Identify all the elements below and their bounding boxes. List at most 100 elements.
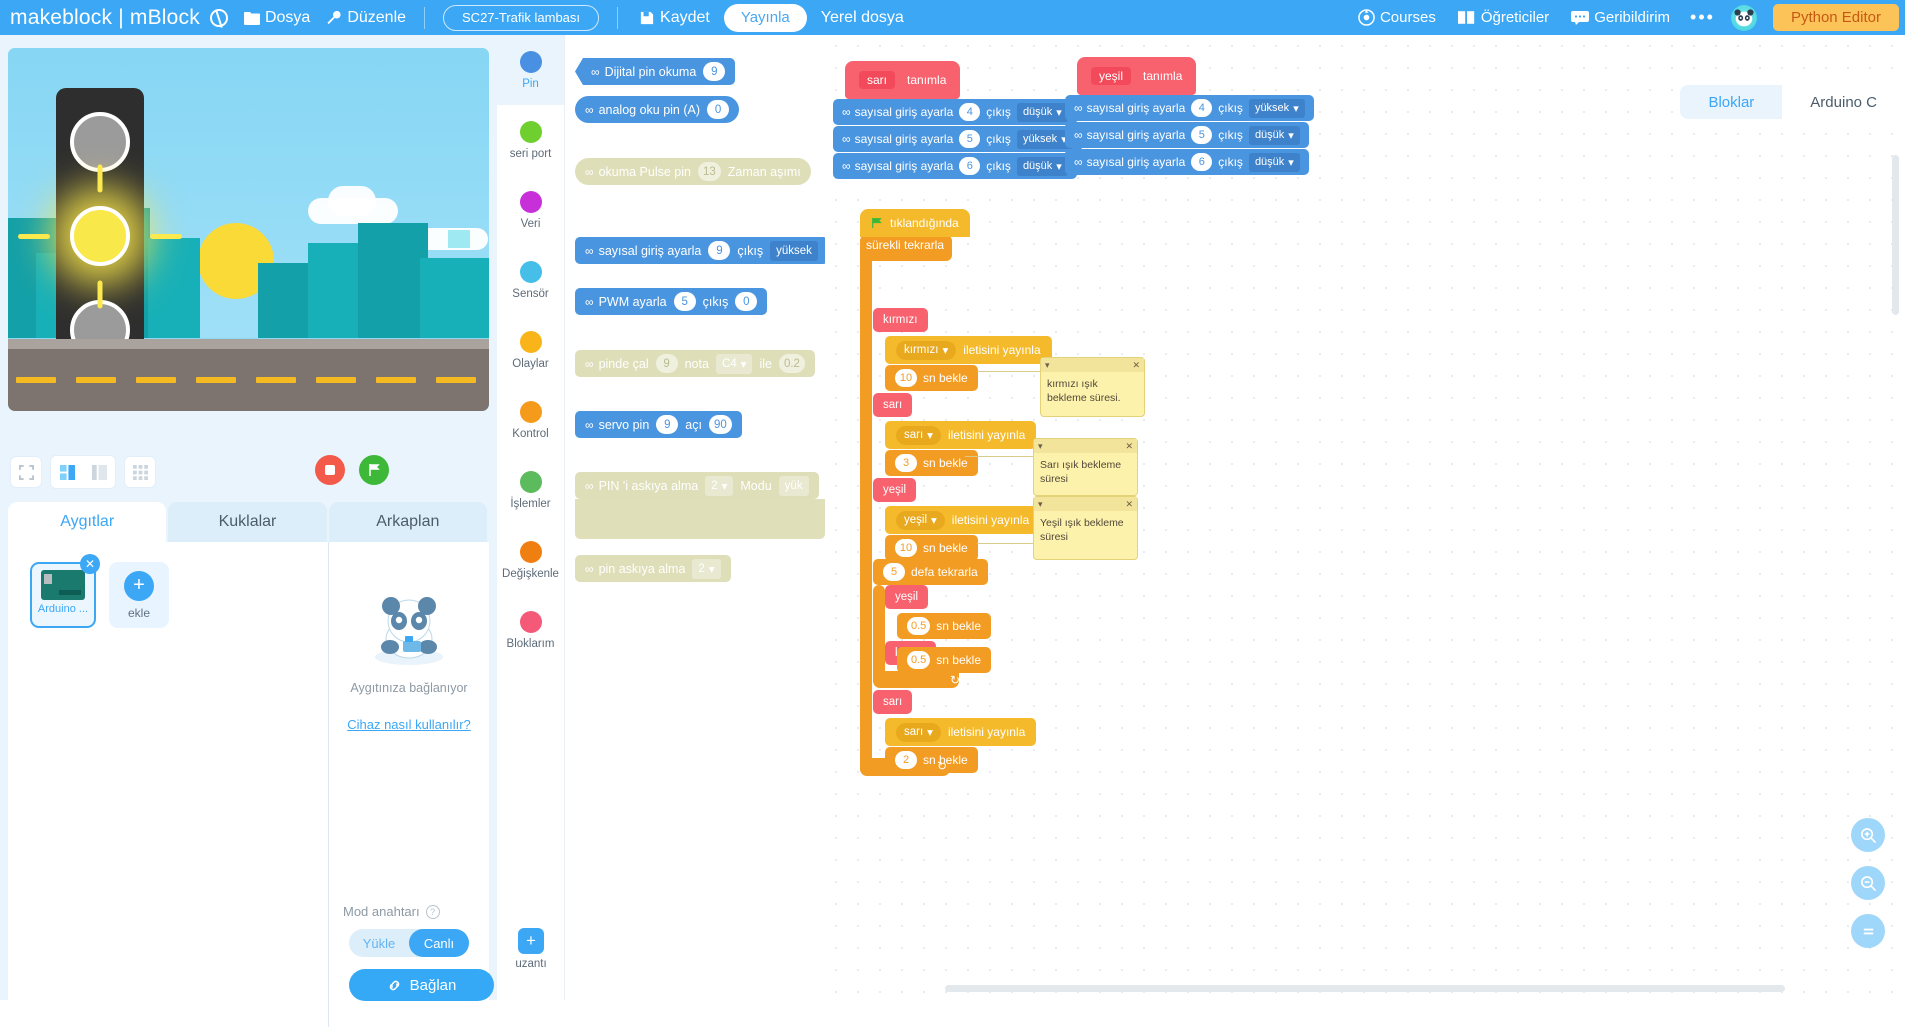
category-bloklarim[interactable]: Bloklarım: [497, 595, 564, 665]
mode-option-yukle[interactable]: Yükle: [349, 929, 409, 957]
tab-bloklar[interactable]: Bloklar: [1680, 85, 1783, 119]
block-value-dropdown[interactable]: düşük ▾: [1016, 156, 1068, 176]
hat-when-flag-clicked[interactable]: tıklandığında: [860, 209, 970, 237]
palette-block-dropdown[interactable]: 2 ▾: [692, 558, 721, 579]
broadcast-dropdown[interactable]: kırmızı ▾: [896, 340, 957, 360]
vertical-scrollbar[interactable]: [1892, 155, 1899, 315]
palette-block-num[interactable]: 0: [707, 100, 730, 119]
wait-value[interactable]: 0.5: [907, 651, 931, 669]
wait-value[interactable]: 0.5: [907, 617, 931, 635]
zoom-in-icon[interactable]: [1851, 818, 1885, 852]
layout-small-icon[interactable]: [83, 456, 115, 488]
block-pin[interactable]: 6: [959, 157, 981, 175]
palette-block-dijital-pin-okuma[interactable]: ∞ Dijital pin okuma 9: [575, 58, 736, 85]
close-icon[interactable]: ✕: [1125, 499, 1133, 510]
palette-block-num[interactable]: 9: [655, 354, 678, 373]
palette-block-num[interactable]: 9: [708, 241, 731, 260]
repeat-count[interactable]: 5: [883, 563, 905, 581]
wait-block-4[interactable]: 0.5 sn bekle: [897, 613, 991, 639]
palette-block-sayisal-giris-ayarla[interactable]: ∞ sayısal giriş ayarla 9 çıkış yüksek: [575, 237, 825, 264]
local-file-button[interactable]: Yerel dosya: [821, 9, 904, 27]
palette-block-num2[interactable]: 90: [708, 415, 732, 434]
palette-block-pin-askiya-alma-modu[interactable]: ∞ PIN 'i askıya alma 2 ▾ Modu yük: [575, 472, 819, 499]
palette-block-num[interactable]: 9: [703, 62, 726, 81]
zoom-reset-icon[interactable]: [1851, 914, 1885, 948]
block-value-dropdown[interactable]: düşük ▾: [1248, 125, 1300, 145]
palette-block-pin-askiya-alma[interactable]: ∞ pin askıya alma 2 ▾: [575, 555, 731, 582]
block-pin[interactable]: 4: [1191, 99, 1213, 117]
block-value-dropdown[interactable]: düşük ▾: [1248, 152, 1300, 172]
broadcast-block-sari[interactable]: sarı ▾ iletisini yayınla: [885, 421, 1037, 449]
tab-arkaplan[interactable]: Arkaplan: [328, 502, 487, 542]
comment-text[interactable]: Sarı ışık bekleme süresi: [1034, 453, 1137, 491]
close-icon[interactable]: ✕: [1125, 441, 1133, 452]
palette-block-num2[interactable]: 0: [735, 292, 758, 311]
stop-icon[interactable]: [315, 455, 345, 485]
tab-aygitlar[interactable]: Aygıtlar: [8, 502, 167, 542]
project-name-field[interactable]: SC27-Trafik lambası: [443, 4, 600, 31]
green-flag-icon[interactable]: [359, 455, 389, 485]
close-icon[interactable]: ✕: [1132, 360, 1140, 371]
close-icon[interactable]: ✕: [80, 554, 100, 574]
python-editor-button[interactable]: Python Editor: [1772, 4, 1899, 31]
palette-block-analog-oku[interactable]: ∞ analog oku pin (A) 0: [575, 96, 740, 123]
comment-yesil[interactable]: ▾ ✕ Yeşil ışık bekleme süresi: [1033, 496, 1138, 560]
mode-option-canli[interactable]: Canlı: [409, 929, 469, 957]
block-pin[interactable]: 6: [1191, 153, 1213, 171]
broadcast-block-sari-final[interactable]: sarı ▾ iletisini yayınla: [885, 718, 1037, 746]
menu-dosya[interactable]: Dosya: [243, 9, 310, 27]
block-value-dropdown[interactable]: yüksek ▾: [1248, 98, 1305, 118]
broadcast-dropdown[interactable]: sarı ▾: [896, 722, 941, 742]
block-pin[interactable]: 5: [959, 130, 981, 148]
category-degiskenler[interactable]: Değişkenle: [497, 525, 564, 595]
menu-duzenle[interactable]: Düzenle: [326, 9, 406, 27]
tutorials-link[interactable]: Öğreticiler: [1457, 9, 1549, 26]
horizontal-scrollbar[interactable]: [945, 985, 1785, 992]
comment-kirmizi[interactable]: ▾ ✕ kırmızı ışık bekleme süresi.: [1040, 357, 1145, 417]
panda-avatar-icon[interactable]: [1730, 4, 1757, 31]
call-block-sari-final[interactable]: sarı: [873, 690, 913, 714]
palette-block-dropdown[interactable]: 2 ▾: [705, 475, 734, 496]
define-hat-yesil[interactable]: yeşil tanımla: [1077, 57, 1197, 95]
block-pin[interactable]: 4: [959, 103, 981, 121]
define-hat-sari[interactable]: sarı tanımla: [845, 61, 961, 99]
block-sayisal-giris-ayarla[interactable]: ∞ sayısal giriş ayarla 6 çıkış düşük ▾: [1065, 149, 1309, 175]
broadcast-dropdown[interactable]: yeşil ▾: [896, 510, 945, 530]
palette-block-dropdown[interactable]: yüksek: [770, 240, 818, 261]
wait-block-3[interactable]: 10 sn bekle: [885, 535, 978, 561]
wait-block-2[interactable]: 3 sn bekle: [885, 450, 978, 476]
tab-kuklalar[interactable]: Kuklalar: [168, 502, 327, 542]
courses-link[interactable]: Courses: [1358, 9, 1436, 26]
call-block-yesil[interactable]: yeşil: [873, 478, 917, 502]
palette-block-pinde-cal[interactable]: ∞ pinde çal 9 nota C4 ▾ ile 0.2: [575, 350, 815, 377]
add-extension-button[interactable]: + uzantı: [497, 928, 565, 970]
mode-switch-toggle[interactable]: Yükle Canlı: [349, 929, 469, 957]
wait-block-5[interactable]: 0.5 sn bekle: [897, 647, 991, 673]
palette-block-pwm-ayarla[interactable]: ∞ PWM ayarla 5 çıkış 0: [575, 288, 768, 315]
broadcast-block-kirmizi[interactable]: kırmızı ▾ iletisini yayınla: [885, 336, 1052, 364]
palette-block-okuma-pulse[interactable]: ∞ okuma Pulse pin 13 Zaman aşımı: [575, 158, 811, 185]
fullscreen-icon[interactable]: [10, 456, 42, 488]
block-sayisal-giris-ayarla[interactable]: ∞ sayısal giriş ayarla 4 çıkış yüksek ▾: [1065, 95, 1314, 121]
layout-grid-icon[interactable]: [124, 456, 156, 488]
palette-block-dropdown2[interactable]: yük: [778, 475, 809, 496]
chevron-down-icon[interactable]: ▾: [1045, 360, 1050, 371]
category-islemler[interactable]: İşlemler: [497, 455, 564, 525]
help-icon[interactable]: ?: [425, 904, 440, 919]
block-sayisal-giris-ayarla[interactable]: ∞ sayısal giriş ayarla 5 çıkış yüksek ▾: [833, 126, 1082, 152]
category-kontrol[interactable]: Kontrol: [497, 385, 564, 455]
chevron-down-icon[interactable]: ▾: [1038, 441, 1043, 452]
tab-arduino-c[interactable]: Arduino C: [1782, 85, 1905, 119]
stage-preview[interactable]: [8, 48, 489, 411]
feedback-link[interactable]: Geribildirim: [1571, 9, 1670, 26]
category-sensor[interactable]: Sensör: [497, 245, 564, 315]
zoom-out-icon[interactable]: [1851, 866, 1885, 900]
wait-block-6[interactable]: 2 sn bekle: [885, 747, 978, 773]
block-pin[interactable]: 5: [1191, 126, 1213, 144]
wait-value[interactable]: 3: [895, 454, 917, 472]
palette-block-num[interactable]: 5: [673, 292, 696, 311]
comment-sari[interactable]: ▾ ✕ Sarı ışık bekleme süresi: [1033, 438, 1138, 496]
broadcast-block-yesil[interactable]: yeşil ▾ iletisini yayınla: [885, 506, 1041, 534]
publish-button[interactable]: Yayınla: [723, 3, 807, 32]
call-block-kirmizi[interactable]: kırmızı: [873, 308, 928, 332]
